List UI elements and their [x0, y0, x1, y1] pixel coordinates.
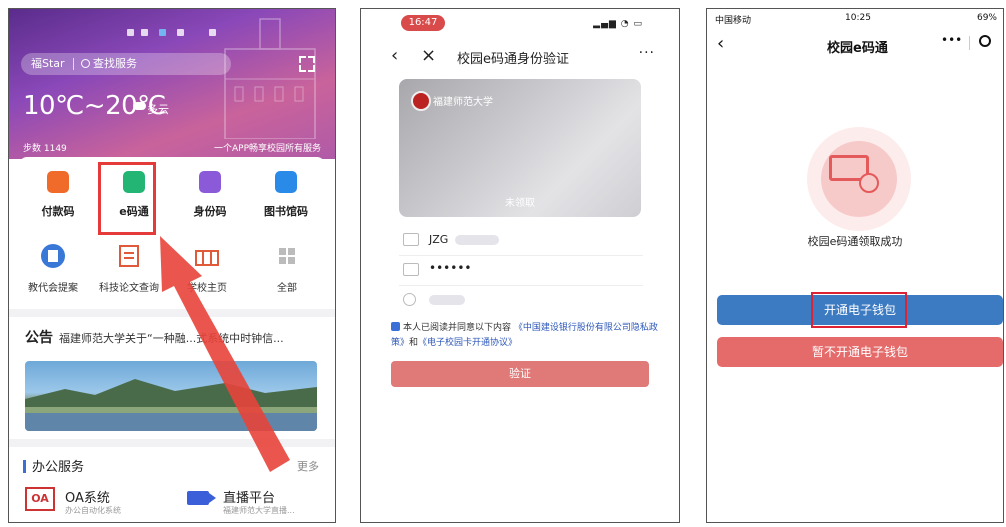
cloud-icon: [133, 102, 146, 110]
agree-conjunction: 和: [409, 338, 419, 348]
close-target-icon[interactable]: [979, 35, 991, 47]
status-icon: [209, 29, 216, 36]
password-field[interactable]: ••••••: [399, 255, 643, 286]
proposal-icon: [41, 244, 65, 268]
back-icon[interactable]: ‹: [717, 33, 724, 54]
campus-photo-banner[interactable]: [25, 361, 317, 431]
check-icon: [859, 173, 879, 193]
oa-system-title[interactable]: OA系统: [65, 487, 110, 506]
id-card-icon: [199, 171, 221, 193]
divider: [73, 58, 74, 70]
status-time: 16:47: [401, 15, 445, 31]
lock-icon: [403, 263, 419, 276]
oa-icon: OA: [25, 487, 55, 511]
service-label: 身份码: [193, 205, 227, 218]
payment-code-icon: [47, 171, 69, 193]
success-message: 校园e码通领取成功: [807, 235, 903, 248]
status-icon: [127, 29, 134, 36]
weather-text: 多云: [147, 103, 169, 116]
service-label: 学校主页: [187, 283, 227, 294]
account-value: JZG: [429, 233, 449, 246]
section-divider: [9, 309, 335, 317]
user-icon: [403, 293, 416, 306]
announcement-title: 公告: [25, 330, 53, 346]
service-label: 付款码: [41, 205, 75, 218]
service-label: 教代会提案: [28, 283, 78, 294]
announcement-text: 福建师范大学关于“一种融...式系统中时钟信...: [59, 332, 284, 345]
agree-checkbox[interactable]: [391, 322, 400, 331]
page-title: 校园e码通身份验证: [457, 52, 569, 67]
scan-icon[interactable]: [299, 56, 315, 72]
mini-program-capsule: •••: [937, 33, 999, 55]
brand-label: 福Star: [31, 57, 65, 70]
service-label: 图书馆码: [264, 205, 308, 218]
phone-screen-success: 中国移动 10:25 69% ‹ 校园e码通 ••• 校园e码通领取成功 开通电…: [706, 8, 1004, 523]
announcement-bar[interactable]: 公告 福建师范大学关于“一种融...式系统中时钟信...: [25, 327, 284, 347]
live-platform-title[interactable]: 直播平台: [223, 487, 275, 506]
section-divider: [9, 439, 335, 447]
office-title: 办公服务: [32, 460, 85, 475]
agreement-text: 本人已阅读并同意以下内容 《中国建设银行股份有限公司隐私政策》和《电子校园卡开通…: [391, 321, 663, 351]
id-card-icon: [403, 233, 419, 246]
service-label: 全部: [277, 283, 297, 294]
name-field[interactable]: [399, 285, 643, 315]
more-menu-icon[interactable]: ···: [639, 45, 655, 61]
service-all[interactable]: 全部: [249, 243, 325, 294]
card-status: 未领取: [505, 198, 535, 209]
document-icon: [119, 245, 139, 267]
service-library-code[interactable]: 图书馆码: [251, 171, 321, 219]
status-time: 10:25: [845, 13, 871, 23]
phone-screen-identity-verify: 16:47 ▂▄▆ ◔ ▭ ‹ × 校园e码通身份验证 ··· 福建师范大学 未…: [360, 8, 680, 523]
campus-card: 福建师范大学 未领取: [399, 79, 641, 217]
office-services-header: 办公服务: [23, 456, 84, 475]
service-label: 科技论文查询: [99, 283, 159, 294]
landscape-image: [25, 379, 317, 431]
service-school-home[interactable]: 学校主页: [169, 243, 245, 294]
video-camera-icon: [187, 491, 216, 505]
masked-text: [429, 295, 465, 305]
card-university-name: 福建师范大学: [433, 97, 493, 108]
search-bar[interactable]: 福Star 查找服务: [21, 53, 231, 75]
verify-button[interactable]: 验证: [391, 361, 649, 387]
status-icon: [177, 29, 184, 36]
page-title: 校园e码通: [827, 41, 888, 56]
school-gate-icon: [195, 250, 219, 266]
grid-icon: [279, 248, 295, 264]
carrier: 中国移动: [715, 16, 752, 26]
search-icon: [81, 59, 90, 68]
university-logo: [411, 91, 431, 111]
masked-text: [455, 235, 499, 245]
divider: [969, 36, 970, 50]
quick-services-card: 付款码 e码通 身份码 图书馆码: [19, 157, 325, 235]
card-agreement-link[interactable]: 《电子校园卡开通协议》: [418, 338, 517, 348]
highlight-box: [98, 162, 156, 235]
highlight-box: [811, 292, 907, 328]
close-icon[interactable]: ×: [421, 45, 436, 66]
more-link[interactable]: 更多: [297, 458, 319, 474]
service-proposal[interactable]: 教代会提案: [15, 243, 91, 294]
live-platform-subtitle: 福建师范大学直播...: [223, 506, 295, 515]
success-illustration: [807, 127, 911, 231]
skip-wallet-button[interactable]: 暂不开通电子钱包: [717, 337, 1003, 367]
password-value: ••••••: [429, 261, 472, 275]
nav-bar: ‹ × 校园e码通身份验证 ···: [361, 43, 679, 71]
service-id-code[interactable]: 身份码: [175, 171, 245, 219]
more-icon[interactable]: •••: [941, 33, 962, 47]
agree-prefix: 本人已阅读并同意以下内容: [403, 323, 512, 333]
step-count: 步数 1149: [23, 144, 67, 154]
back-icon[interactable]: ‹: [391, 45, 398, 66]
phone-screen-campus-app: 福Star 查找服务 10℃~20℃ 多云 步数 1149 一个APP畅享校园所…: [8, 8, 336, 523]
signal-wifi-battery-icon: ▂▄▆ ◔ ▭: [593, 19, 643, 29]
library-icon: [275, 171, 297, 193]
service-paper-query[interactable]: 科技论文查询: [91, 243, 167, 294]
status-bar: [9, 27, 335, 43]
service-pay-code[interactable]: 付款码: [23, 171, 93, 219]
slogan: 一个APP畅享校园所有服务: [213, 144, 321, 154]
oa-system-subtitle: 办公自动化系统: [65, 506, 121, 515]
status-icon: [159, 29, 166, 36]
search-placeholder: 查找服务: [93, 57, 137, 70]
account-field[interactable]: JZG: [399, 225, 643, 256]
status-icon: [141, 29, 148, 36]
battery-level: 69%: [976, 13, 997, 23]
